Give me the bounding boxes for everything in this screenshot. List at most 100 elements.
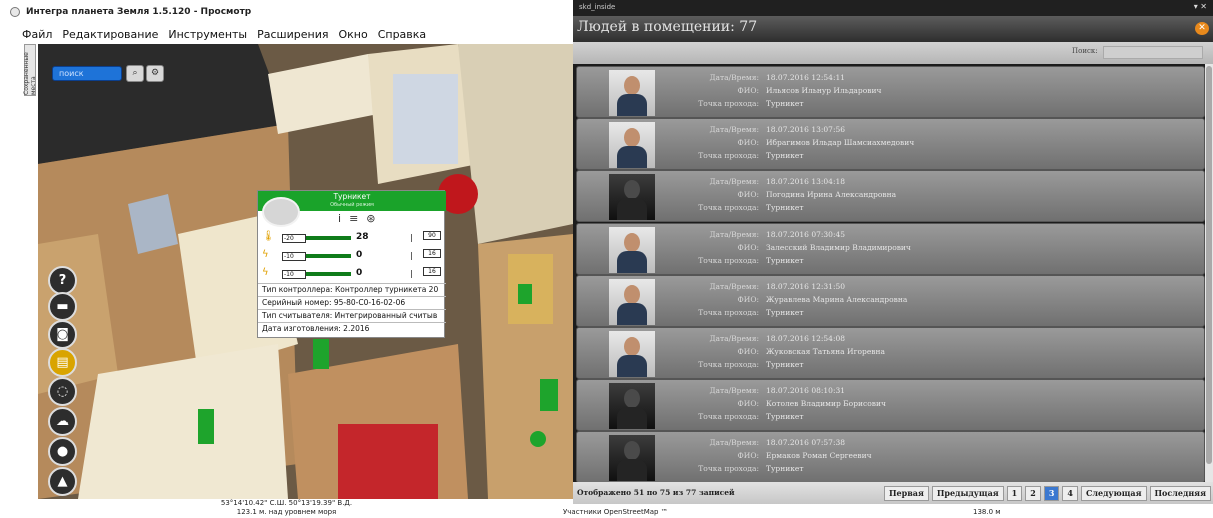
person-photo [609, 383, 655, 430]
menu-file[interactable]: Файл [22, 28, 52, 41]
globe-titlebar: Интегра планета Земля 1.5.120 - Просмотр [0, 0, 573, 24]
sensor-bar [306, 236, 351, 240]
turnstile-popup: Турникет Обычный режим i≡⊛ 🌡 -20 28 | 90… [257, 190, 446, 338]
entry-card[interactable]: Дата/Время: 18.07.2016 12:54:08 ФИО: Жуковс… [576, 327, 1205, 379]
menu-extensions[interactable]: Расширения [257, 28, 328, 41]
point-value: Турникет [766, 255, 804, 265]
pagination: Первая Предыдущая 1 2 3 4 Следующая Посл… [883, 486, 1211, 501]
skd-window-title: skd_inside [579, 3, 616, 11]
cloud-icon[interactable]: ☁ [48, 407, 77, 436]
entry-card[interactable]: Дата/Время: 18.07.2016 12:54:11 ФИО: Ильясо… [576, 66, 1205, 118]
page-last-button[interactable]: Последняя [1149, 486, 1211, 501]
manufacture-date: Дата изготовления: 2.2016 [258, 322, 446, 334]
menu-icon[interactable]: ≡ [349, 212, 366, 225]
sensor-bar [306, 254, 351, 258]
page-1-button[interactable]: 1 [1006, 486, 1023, 501]
person-photo [609, 226, 655, 273]
osm-attribution: Участники OpenStreetMap ™ [563, 508, 668, 516]
entry-card[interactable]: Дата/Время: 18.07.2016 08:10:31 ФИО: Котоле… [576, 379, 1205, 432]
fio-label: ФИО: [737, 347, 759, 356]
fio-label: ФИО: [737, 294, 759, 304]
camera-icon[interactable]: ◙ [48, 320, 77, 349]
point-value: Турникет [766, 360, 804, 369]
sensor-bar [306, 272, 351, 276]
datetime-label: Дата/Время: [709, 73, 759, 82]
close-icon[interactable]: ✕ [1195, 22, 1209, 35]
sensor-max: 16 [423, 267, 441, 276]
altitude: 123.1 м. над уровнем моря [236, 508, 337, 516]
sensor-row: ϟ -10 0 | 16 [258, 249, 446, 263]
3d-scene-viewport[interactable]: поиск ⌕ ⚙ ? ▬ ◙ ▤ ◌ ☁ ● ▲ Турникет Обычн… [38, 44, 573, 499]
folder-icon[interactable]: ▤ [48, 348, 77, 377]
menu-edit[interactable]: Редактирование [62, 28, 158, 41]
point-label: Точка прохода: [698, 151, 759, 161]
entry-card[interactable]: Дата/Время: 18.07.2016 07:57:38 ФИО: Ермако… [576, 431, 1205, 482]
page-3-button[interactable]: 3 [1043, 486, 1060, 501]
point-label: Точка прохода: [698, 255, 759, 265]
menu-help[interactable]: Справка [378, 28, 426, 41]
point-label: Точка прохода: [698, 307, 759, 317]
saved-places-tab[interactable]: Сохраненные места [23, 44, 37, 96]
globe-icon[interactable]: ⊛ [366, 212, 383, 225]
page-first-button[interactable]: Первая [883, 486, 929, 501]
entry-card[interactable]: Дата/Время: 18.07.2016 13:04:18 ФИО: Погоди… [576, 170, 1205, 223]
entry-card[interactable]: Дата/Время: 18.07.2016 13:07:56 ФИО: Ибраги… [576, 118, 1205, 171]
scrollbar[interactable] [1205, 64, 1213, 482]
device-image [262, 197, 300, 227]
page-prev-button[interactable]: Предыдущая [931, 486, 1004, 501]
globe-statusbar: 53°14'10.42" С.Ш. 50°13'19.39" В.Д. 123.… [0, 499, 573, 518]
sensor-min: -10 [282, 252, 306, 261]
sensor-value: 28 [356, 232, 369, 242]
fio-value: Журавлева Марина Александровна [766, 294, 908, 304]
sensor-row: ϟ -10 0 | 16 [258, 267, 446, 281]
layers-icon[interactable]: ▬ [48, 292, 77, 321]
datetime-label: Дата/Время: [709, 177, 759, 187]
datetime-value: 18.07.2016 08:10:31 [766, 386, 846, 396]
point-value: Турникет [766, 412, 804, 422]
fio-value: Котолев Владимир Борисович [766, 399, 886, 409]
fio-value: Ильясов Ильнур Ильдарович [766, 86, 882, 95]
chat-icon[interactable]: ● [48, 437, 77, 466]
point-value: Турникет [766, 151, 804, 161]
search-icon[interactable]: ⌕ [126, 65, 144, 82]
page-next-button[interactable]: Следующая [1080, 486, 1147, 501]
entries-list: Дата/Время: 18.07.2016 12:54:11 ФИО: Ильясо… [573, 64, 1205, 482]
point-label: Точка прохода: [698, 203, 759, 213]
datetime-label: Дата/Время: [709, 229, 759, 239]
fio-value: Жуковская Татьяна Игоревна [766, 347, 885, 356]
settings-icon[interactable]: ⚙ [146, 65, 164, 82]
help-icon[interactable]: ? [48, 266, 77, 295]
datetime-label: Дата/Время: [709, 386, 759, 396]
page-2-button[interactable]: 2 [1025, 486, 1041, 501]
serial-number: Серийный номер: 95-80-C0-16-02-06 [258, 296, 446, 308]
datetime-value: 18.07.2016 12:54:08 [766, 334, 846, 343]
menu-tools[interactable]: Инструменты [168, 28, 247, 41]
records-info: Отображено 51 по 75 из 77 записей [577, 488, 735, 497]
fio-label: ФИО: [737, 399, 759, 409]
window-controls[interactable]: ▾ ✕ [1194, 0, 1207, 14]
point-value: Турникет [766, 307, 804, 317]
landscape-icon[interactable]: ▲ [48, 467, 77, 496]
popup-toolbar: i≡⊛ [338, 212, 384, 225]
menu-bar: Файл Редактирование Инструменты Расширен… [22, 24, 573, 44]
people-count-title: Людей в помещении: 77 [577, 19, 758, 35]
entry-card[interactable]: Дата/Время: 18.07.2016 12:31:50 ФИО: Журавл… [576, 274, 1205, 327]
sensor-value: 0 [356, 268, 363, 278]
list-footer: Отображено 51 по 75 из 77 записей Первая… [573, 482, 1213, 504]
info-icon[interactable]: i [338, 212, 349, 225]
fio-value: Ермаков Роман Сергеевич [766, 451, 872, 461]
menu-window[interactable]: Окно [338, 28, 367, 41]
map-bottom-bar: Участники OpenStreetMap ™ 138.0 м [563, 504, 1213, 518]
point-label: Точка прохода: [698, 464, 759, 474]
page-4-button[interactable]: 4 [1062, 486, 1078, 501]
app-icon [10, 7, 20, 17]
datetime-value: 18.07.2016 12:54:11 [766, 73, 846, 82]
fio-label: ФИО: [737, 86, 759, 95]
entry-card[interactable]: Дата/Время: 18.07.2016 07:30:45 ФИО: Залесс… [576, 222, 1205, 275]
search-row: Поиск: [573, 42, 1213, 64]
rotate-icon[interactable]: ◌ [48, 377, 77, 406]
scrollbar-thumb[interactable] [1206, 66, 1212, 464]
datetime-label: Дата/Время: [709, 281, 759, 291]
search-field[interactable] [1103, 46, 1203, 59]
search-input[interactable]: поиск [52, 66, 122, 81]
